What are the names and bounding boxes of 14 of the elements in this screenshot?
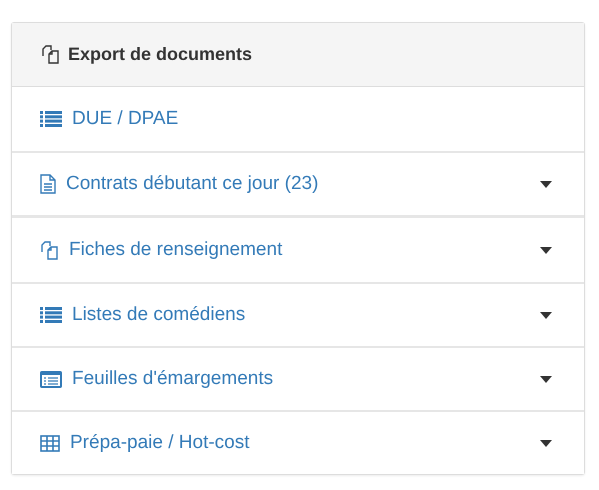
menu-item[interactable]: Fiches de renseignement: [12, 218, 584, 282]
panel-title: Export de documents: [68, 43, 252, 66]
menu-item[interactable]: Feuilles d'émargements: [12, 346, 584, 410]
copy-icon: [40, 240, 59, 260]
copy-icon: [41, 45, 60, 64]
list-icon: [40, 307, 62, 323]
menu-item[interactable]: DUE / DPAE: [12, 87, 584, 151]
document-icon: [40, 174, 56, 194]
menu-item[interactable]: Listes de comédiens: [12, 282, 584, 346]
menu-item[interactable]: Contrats débutant ce jour (23): [12, 151, 584, 215]
menu-item[interactable]: Prépa-paie / Hot-cost: [12, 410, 584, 474]
table-icon: [40, 434, 60, 452]
card-icon: [40, 370, 62, 388]
list-icon: [40, 111, 62, 127]
